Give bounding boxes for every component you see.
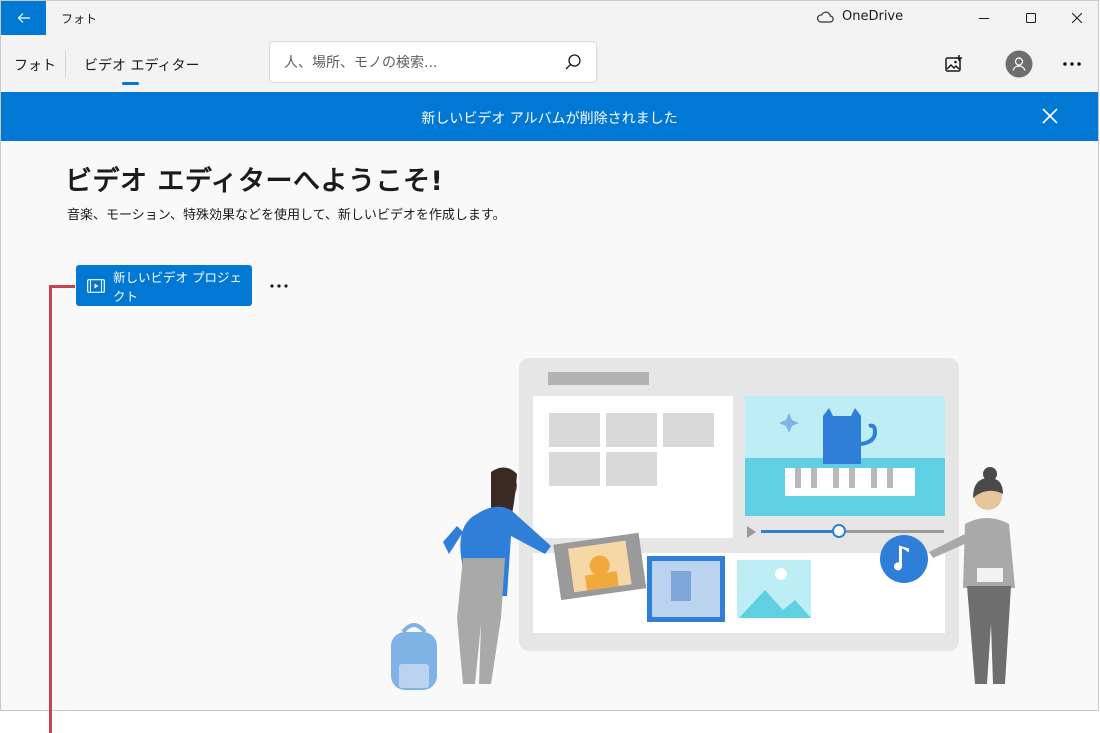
project-more-button[interactable] bbox=[267, 276, 291, 296]
toolbar: フォト ビデオ エディター bbox=[1, 35, 1098, 92]
app-title: フォト bbox=[61, 12, 98, 26]
search-icon[interactable] bbox=[564, 53, 582, 71]
video-project-icon bbox=[87, 278, 105, 293]
more-options-button[interactable] bbox=[1057, 49, 1087, 79]
account-button[interactable] bbox=[1004, 49, 1034, 79]
notification-banner: 新しいビデオ アルバムが削除されました bbox=[1, 92, 1098, 141]
import-photo-icon bbox=[945, 55, 962, 72]
tab-divider bbox=[65, 51, 66, 77]
annotation-callout-horizontal bbox=[49, 285, 75, 288]
onedrive-label: OneDrive bbox=[842, 9, 904, 24]
photos-app-window: フォト OneDrive フォト ビデオ エディター 人、場所、モノの検索...… bbox=[0, 0, 1099, 711]
close-window-button[interactable] bbox=[1054, 1, 1098, 35]
maximize-button[interactable] bbox=[1008, 1, 1054, 35]
video-editor-illustration bbox=[391, 358, 1015, 690]
cloud-icon bbox=[817, 11, 834, 23]
onedrive-status[interactable]: OneDrive bbox=[816, 9, 903, 24]
search-input[interactable] bbox=[282, 42, 556, 84]
tab-video-editor[interactable]: ビデオ エディター bbox=[84, 55, 199, 75]
maximize-icon bbox=[1026, 13, 1036, 23]
avatar-icon bbox=[1005, 50, 1033, 78]
search-box[interactable] bbox=[269, 41, 597, 84]
minimize-icon bbox=[979, 18, 989, 19]
tab-photos[interactable]: フォト bbox=[14, 55, 56, 75]
title-bar: フォト OneDrive bbox=[1, 1, 1098, 35]
more-icon bbox=[270, 284, 288, 288]
active-tab-indicator bbox=[122, 82, 139, 85]
page-subtitle: 音楽、モーション、特殊効果などを使用して、新しいビデオを作成します。 bbox=[67, 208, 506, 223]
arrow-left-icon bbox=[17, 13, 30, 23]
new-video-project-button[interactable]: 新しいビデオ プロジェクト bbox=[76, 265, 252, 306]
page-title: ビデオ エディターへようこそ! bbox=[65, 166, 444, 197]
close-icon[interactable] bbox=[1040, 106, 1060, 126]
banner-message: 新しいビデオ アルバムが削除されました bbox=[421, 111, 678, 127]
more-icon bbox=[1063, 62, 1081, 66]
back-button[interactable] bbox=[1, 1, 46, 35]
import-button[interactable] bbox=[939, 49, 969, 79]
close-icon bbox=[1072, 13, 1082, 23]
new-video-project-label: 新しいビデオ プロジェクト bbox=[113, 269, 242, 304]
annotation-callout-vertical bbox=[49, 286, 52, 733]
minimize-button[interactable] bbox=[961, 1, 1007, 35]
